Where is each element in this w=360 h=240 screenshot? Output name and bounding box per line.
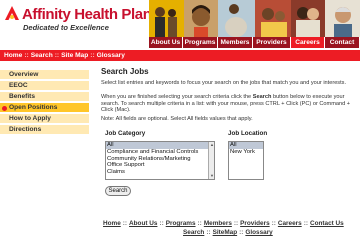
- sidebar-item-label: Benefits: [9, 93, 36, 100]
- separator: ::: [24, 52, 29, 59]
- main-nav: About Us Programs Members Providers Care…: [149, 37, 360, 49]
- photo-children: [255, 0, 291, 37]
- intro-text: Select list entries and keywords to focu…: [101, 80, 347, 86]
- job-category-option[interactable]: Community Relations/Marketing: [106, 156, 214, 163]
- photo-girl: [184, 0, 218, 37]
- scroll-up-icon[interactable]: ▲: [210, 143, 214, 147]
- sidebar-item-how-to-apply[interactable]: How to Apply: [0, 114, 89, 124]
- header: Affinity Health Plan Dedicated to Excell…: [0, 0, 360, 50]
- footer-link-contact-us[interactable]: Contact Us: [310, 220, 344, 227]
- utility-bar: Home:: Search:: Site Map:: Glossary: [0, 50, 360, 61]
- sidebar-item-benefits[interactable]: Benefits: [0, 92, 89, 102]
- job-category-label: Job Category: [105, 130, 146, 137]
- job-location-label: Job Location: [228, 130, 268, 137]
- sidebar-item-label: Open Positions: [9, 104, 58, 111]
- footer-link-programs[interactable]: Programs: [166, 220, 196, 227]
- instructions-part: When you are finished selecting your sea…: [101, 94, 253, 100]
- sidebar-item-label: How to Apply: [9, 115, 51, 122]
- instructions-text: When you are finished selecting your sea…: [101, 94, 353, 114]
- footer-link-members[interactable]: Members: [204, 220, 232, 227]
- sidebar-item-eeoc[interactable]: EEOC: [0, 81, 89, 91]
- job-category-option[interactable]: All: [106, 142, 214, 149]
- footer-link-home[interactable]: Home: [103, 220, 121, 227]
- topbar-link-glossary[interactable]: Glossary: [97, 52, 125, 59]
- sidebar-item-label: EEOC: [9, 82, 28, 89]
- sidebar-item-overview[interactable]: Overview: [0, 70, 89, 80]
- main-content: Search Jobs Select list entries and keyw…: [101, 61, 357, 211]
- footer-link-sitemap[interactable]: SiteMap: [213, 229, 238, 236]
- footer-link-providers[interactable]: Providers: [240, 220, 269, 227]
- topbar-link-site-map[interactable]: Site Map: [61, 52, 88, 59]
- separator: ::: [197, 220, 202, 227]
- job-location-select[interactable]: All New York: [228, 141, 264, 180]
- separator: ::: [233, 220, 239, 227]
- tab-programs[interactable]: Programs: [183, 37, 218, 48]
- sidebar-item-open-positions[interactable]: Open Positions: [0, 103, 89, 113]
- header-photo-strip: [149, 0, 360, 37]
- sidebar-item-directions[interactable]: Directions: [0, 125, 89, 135]
- tab-contact[interactable]: Contact: [325, 37, 360, 48]
- search-button[interactable]: Search: [105, 186, 131, 196]
- separator: ::: [159, 220, 164, 227]
- footer-link-about-us[interactable]: About Us: [129, 220, 157, 227]
- scroll-down-icon[interactable]: ▼: [210, 174, 214, 178]
- photo-couple: [291, 0, 325, 37]
- sidebar-item-label: Overview: [9, 71, 39, 78]
- tab-members[interactable]: Members: [218, 37, 253, 48]
- note-text: Note: All fields are optional. Select Al…: [101, 116, 253, 122]
- job-category-select[interactable]: All Compliance and Financial Controls Co…: [105, 141, 215, 180]
- job-category-option[interactable]: Compliance and Financial Controls: [106, 149, 214, 156]
- footer-link-search[interactable]: Search: [183, 229, 204, 236]
- brand-tagline: Dedicated to Excellence: [23, 23, 109, 32]
- tab-about-us[interactable]: About Us: [149, 37, 183, 48]
- page-title: Search Jobs: [101, 67, 149, 76]
- topbar-link-search[interactable]: Search: [31, 52, 53, 59]
- topbar-link-home[interactable]: Home: [4, 52, 22, 59]
- listbox-scrollbar[interactable]: ▲ ▼: [208, 142, 214, 179]
- photo-family: [149, 0, 184, 37]
- active-bullet-icon: [2, 105, 7, 111]
- separator: ::: [206, 229, 211, 236]
- separator: ::: [239, 229, 244, 236]
- sidebar-item-label: Directions: [9, 126, 42, 133]
- separator: ::: [303, 220, 308, 227]
- logo-mark-icon: [5, 6, 19, 20]
- separator: ::: [54, 52, 60, 59]
- footer-links-row: Home:: About Us:: Programs:: Members:: Provi…: [103, 220, 344, 227]
- photo-pregnant-woman: [218, 0, 255, 37]
- separator: ::: [271, 220, 276, 227]
- tab-careers[interactable]: Careers: [291, 37, 325, 48]
- job-location-option[interactable]: New York: [229, 149, 263, 156]
- tab-providers[interactable]: Providers: [253, 37, 291, 48]
- footer: Home:: About Us:: Programs:: Members:: Provi…: [0, 218, 360, 240]
- sidebar: Overview EEOC Benefits Open Positions Ho…: [0, 61, 91, 240]
- instructions-search-word: Search: [252, 94, 272, 100]
- job-category-option[interactable]: Claims: [106, 169, 214, 176]
- job-category-option[interactable]: Office Support: [106, 162, 214, 169]
- footer-links-row-2: Search:: SiteMap:: Glossary: [183, 229, 273, 236]
- photo-senior: [325, 0, 360, 37]
- separator: ::: [122, 220, 128, 227]
- separator: ::: [90, 52, 95, 59]
- brand-name: Affinity Health Plan: [22, 6, 152, 23]
- footer-link-glossary[interactable]: Glossary: [245, 229, 272, 236]
- logo[interactable]: Affinity Health Plan Dedicated to Excell…: [3, 2, 152, 38]
- job-location-option[interactable]: All: [229, 142, 263, 149]
- footer-link-careers[interactable]: Careers: [278, 220, 302, 227]
